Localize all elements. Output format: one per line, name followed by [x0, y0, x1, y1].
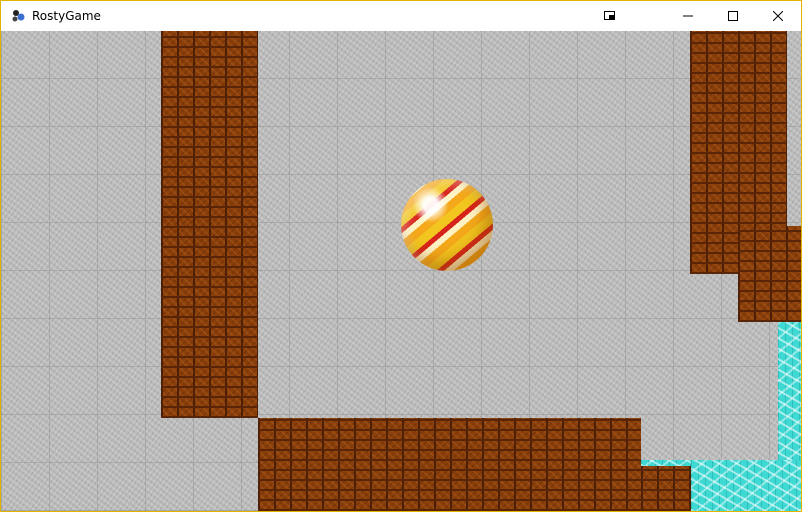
water-tile-bottom-right	[691, 460, 801, 511]
brick-wall-left-pillar	[161, 31, 258, 418]
player-marble	[401, 179, 493, 271]
water-tile-right	[778, 322, 801, 464]
maximize-button[interactable]	[710, 1, 756, 31]
window-title: RostyGame	[32, 9, 101, 23]
brick-wall-bottom-step	[641, 466, 691, 511]
app-window: RostyGame	[0, 0, 802, 512]
brick-wall-right-step	[738, 226, 801, 322]
minimize-icon	[683, 15, 693, 17]
maximize-icon	[728, 11, 738, 21]
brick-wall-bottom	[258, 418, 641, 511]
app-icon	[12, 10, 25, 22]
close-icon	[773, 11, 783, 21]
close-button[interactable]	[755, 1, 801, 31]
compact-overlay-button[interactable]	[587, 1, 633, 31]
game-canvas[interactable]	[1, 31, 801, 511]
title-bar[interactable]: RostyGame	[1, 1, 801, 31]
compact-overlay-icon	[604, 11, 615, 20]
minimize-button[interactable]	[665, 1, 711, 31]
